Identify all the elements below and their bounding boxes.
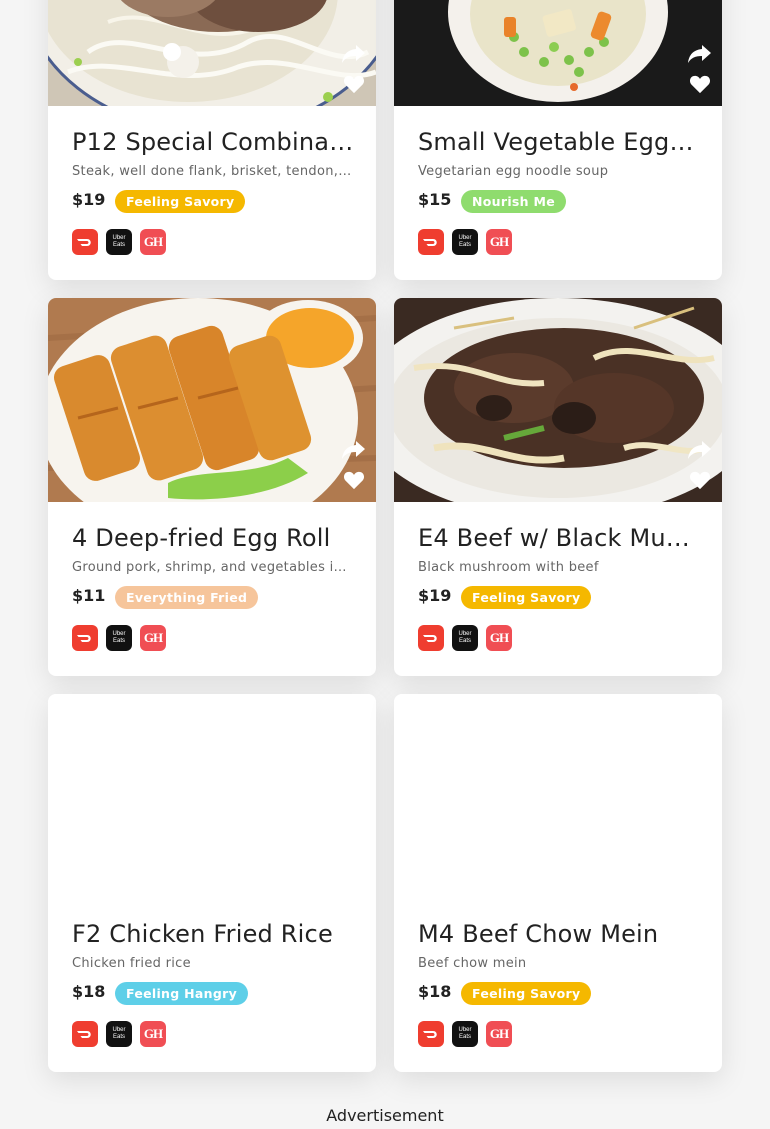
item-price: $11 [72,586,106,605]
menu-card[interactable]: 4 Deep-fried Egg Roll Ground pork, shrim… [48,298,376,676]
ubereats-icon[interactable]: Uber Eats [106,229,132,255]
grubhub-logo-text: GH [143,630,163,645]
item-description: Steak, well done flank, brisket, tendon,… [72,164,352,179]
grubhub-logo-text: GH [143,234,163,249]
ubereats-icon[interactable]: Uber Eats [452,1021,478,1047]
item-title[interactable]: Small Vegetable Egg Noodle Soup [418,128,700,156]
ubereats-logo-text: Uber Eats [458,235,472,248]
grubhub-icon[interactable]: GH [486,229,512,255]
menu-card[interactable]: P12 Special Combination Steak, well done… [48,0,376,280]
ubereats-logo-text: Uber Eats [458,631,472,644]
heart-icon[interactable] [689,74,711,94]
item-title[interactable]: M4 Beef Chow Mein [418,920,700,948]
ubereats-logo-text: Uber Eats [112,631,126,644]
ubereats-icon[interactable]: Uber Eats [452,229,478,255]
doordash-icon[interactable] [418,625,444,651]
menu-card[interactable]: Small Vegetable Egg Noodle Soup Vegetari… [394,0,722,280]
ubereats-icon[interactable]: Uber Eats [452,625,478,651]
heart-icon[interactable] [343,74,365,94]
mood-badge: Feeling Savory [115,190,246,213]
item-price: $18 [72,982,106,1001]
item-description: Ground pork, shrimp, and vegetables in r… [72,560,352,575]
ubereats-icon[interactable]: Uber Eats [106,1021,132,1047]
doordash-icon[interactable] [418,229,444,255]
mood-badge: Nourish Me [461,190,567,213]
item-description: Vegetarian egg noodle soup [418,164,609,179]
item-description: Chicken fried rice [72,956,191,971]
doordash-icon[interactable] [72,625,98,651]
share-icon[interactable] [688,41,712,65]
item-description: Black mushroom with beef [418,560,599,575]
ubereats-logo-text: Uber Eats [112,235,126,248]
item-price: $19 [418,586,452,605]
food-photo[interactable] [48,0,376,106]
doordash-icon[interactable] [418,1021,444,1047]
doordash-icon[interactable] [72,1021,98,1047]
menu-card[interactable]: E4 Beef w/ Black Mushroom Black mushroom… [394,298,722,676]
share-icon[interactable] [688,437,712,461]
item-description: Beef chow mein [418,956,527,971]
mood-badge: Feeling Savory [461,982,592,1005]
grubhub-logo-text: GH [489,234,509,249]
food-photo[interactable] [48,298,376,502]
mood-badge: Feeling Hangry [115,982,249,1005]
share-icon[interactable] [342,41,366,65]
ubereats-logo-text: Uber Eats [458,1027,472,1040]
item-price: $19 [72,190,106,209]
grubhub-icon[interactable]: GH [486,1021,512,1047]
food-photo[interactable] [394,298,722,502]
item-title[interactable]: F2 Chicken Fried Rice [72,920,354,948]
item-title[interactable]: P12 Special Combination [72,128,354,156]
menu-card[interactable]: M4 Beef Chow Mein Beef chow mein $18 Fee… [394,694,722,1072]
grubhub-icon[interactable]: GH [140,625,166,651]
ubereats-icon[interactable]: Uber Eats [106,625,132,651]
food-photo[interactable] [48,694,376,898]
advertisement-label: Advertisement [326,1106,444,1125]
item-title[interactable]: E4 Beef w/ Black Mushroom [418,524,700,552]
item-price: $15 [418,190,452,209]
doordash-icon[interactable] [72,229,98,255]
item-price: $18 [418,982,452,1001]
grubhub-logo-text: GH [143,1026,163,1041]
item-title[interactable]: 4 Deep-fried Egg Roll [72,524,354,552]
menu-card[interactable]: F2 Chicken Fried Rice Chicken fried rice… [48,694,376,1072]
grubhub-icon[interactable]: GH [140,1021,166,1047]
ubereats-logo-text: Uber Eats [112,1027,126,1040]
heart-icon[interactable] [689,470,711,490]
grubhub-logo-text: GH [489,1026,509,1041]
share-icon[interactable] [342,437,366,461]
mood-badge: Feeling Savory [461,586,592,609]
food-photo[interactable] [394,694,722,898]
grubhub-icon[interactable]: GH [140,229,166,255]
food-photo[interactable] [394,0,722,106]
mood-badge: Everything Fried [115,586,259,609]
grubhub-logo-text: GH [489,630,509,645]
heart-icon[interactable] [343,470,365,490]
grubhub-icon[interactable]: GH [486,625,512,651]
